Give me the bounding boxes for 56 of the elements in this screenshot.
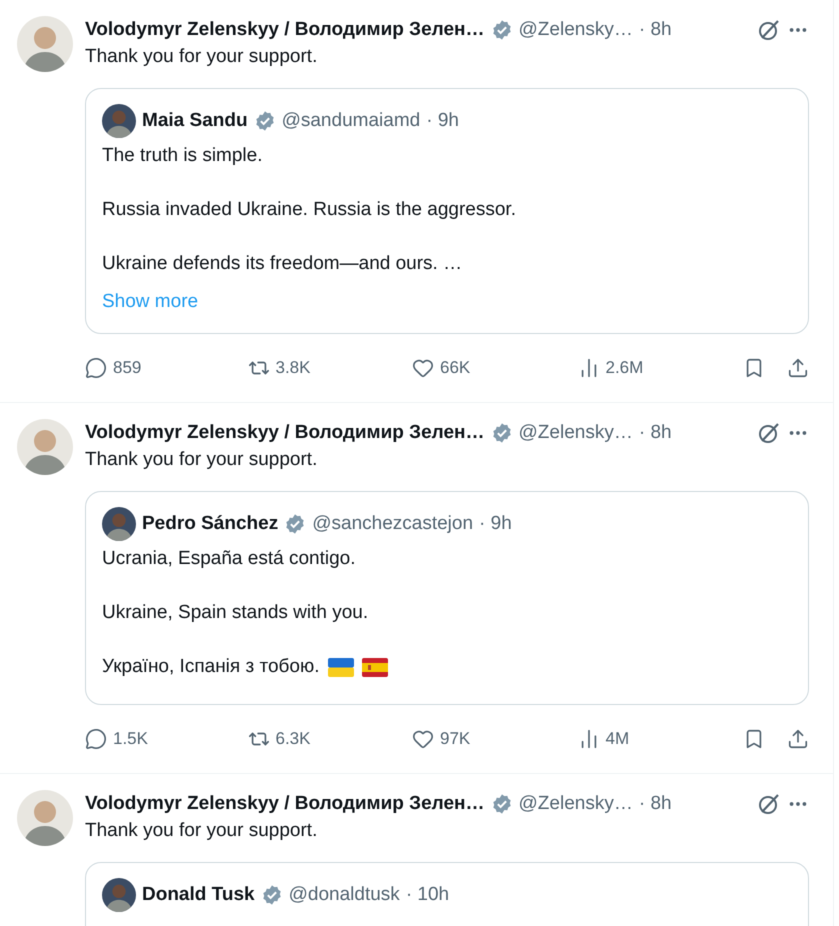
count: 859 [113,358,142,378]
slashed-circle-icon[interactable] [757,421,781,445]
author-name[interactable]: Volodymyr Zelenskyy / Володимир Зелен… [85,422,485,444]
quoted-post[interactable]: Maia Sandu @sandumaiamd · 9h The truth is simple. Russia invaded Ukraine. Russia is the aggressor. Ukraine defends its freedom—and ours. … Show more [85,88,809,334]
post-time[interactable]: · 10h [406,884,450,906]
count: 1.5K [113,729,148,749]
quote-text: Ucrania, España está contigo. [102,547,356,571]
quote-text: Russia invaded Ukraine. Russia is the aggressor. [102,198,516,222]
avatar[interactable] [102,104,136,138]
count: 97K [440,729,470,749]
post-time[interactable]: · 8h [638,422,672,444]
author-name[interactable]: Volodymyr Zelenskyy / Володимир Зелен… [85,793,485,815]
verified-badge-icon [284,513,306,535]
post-text: Thank you for your support. [85,45,318,69]
quote-text: The truth is simple. [102,144,262,168]
verified-badge-icon [260,884,283,906]
post-time[interactable]: · 9h [479,513,512,535]
quote-text: Ukraine defends its freedom—and ours. … [102,252,462,276]
author-handle[interactable]: @Zelensky… [518,793,633,815]
like-icon[interactable] [412,728,434,750]
quote-text: Україно, Іспанія з тобою. [102,655,320,679]
quoted-post[interactable]: Pedro Sánchez @sanchezcastejon · 9h Ucrania, España está contigo. Ukraine, Spain stands with you. Україно, Іспанія з тобою. [85,491,809,705]
count: 66K [440,358,470,378]
post-time[interactable]: · 8h [638,793,672,815]
avatar[interactable] [102,507,136,541]
author-name[interactable]: Donald Tusk [142,884,255,906]
count: 6.3K [276,729,310,749]
reply-icon[interactable] [85,357,107,379]
quoted-post[interactable]: Donald Tusk @donaldtusk · 10h [85,862,809,926]
author-handle[interactable]: @Zelensky… [518,19,633,41]
quote-text: Ukraine, Spain stands with you. [102,601,368,625]
count: 4M [606,729,630,749]
author-name[interactable]: Volodymyr Zelenskyy / Володимир Зелен… [85,19,485,41]
author-handle[interactable]: @sanchezcastejon [312,513,474,535]
post-text: Thank you for your support. [85,448,318,472]
author-handle[interactable]: @Zelensky… [518,422,633,444]
share-icon[interactable] [787,728,809,750]
author-name[interactable]: Pedro Sánchez [142,513,278,535]
share-icon[interactable] [787,357,809,379]
author-handle[interactable]: @sandumaiamd [282,110,420,132]
post-time[interactable]: · 8h [638,19,672,41]
author-name[interactable]: Maia Sandu [142,110,248,132]
like-icon[interactable] [412,357,434,379]
slashed-circle-icon[interactable] [757,792,781,816]
reply-icon[interactable] [85,728,107,750]
verified-badge-icon [490,19,513,41]
slashed-circle-icon[interactable] [757,18,781,42]
author-handle[interactable]: @donaldtusk [288,884,400,906]
post-text: Thank you for your support. [85,819,318,843]
post-time[interactable]: · 9h [426,110,459,132]
avatar[interactable] [102,878,136,912]
count: 3.8K [276,358,310,378]
verified-badge-icon [490,422,513,444]
verified-badge-icon [254,110,276,132]
verified-badge-icon [490,793,513,815]
count: 2.6M [606,358,644,378]
